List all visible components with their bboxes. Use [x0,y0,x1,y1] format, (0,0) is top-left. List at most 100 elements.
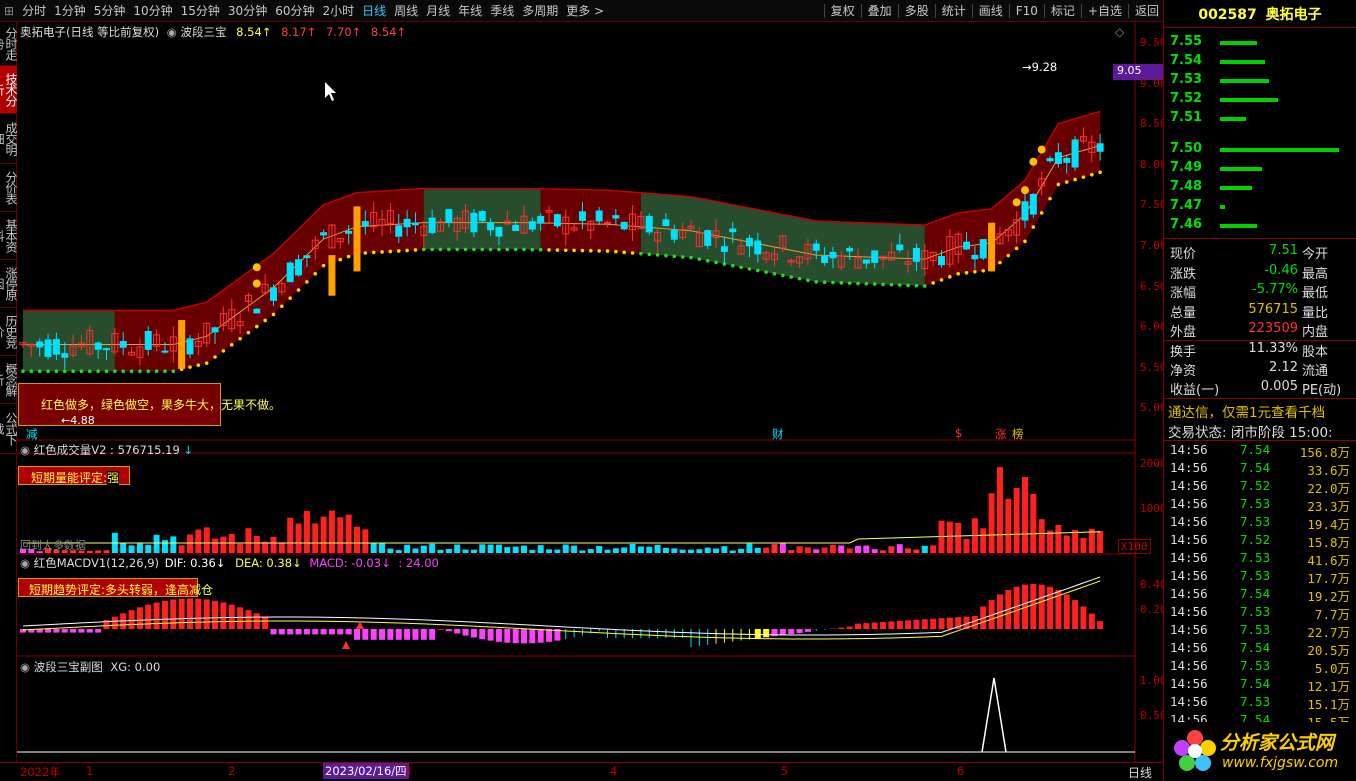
signal-ball [1021,186,1029,195]
stat-row: 收益(一) 0.005 PE(动) [1168,379,1354,398]
volume-bar [312,523,319,553]
volume-bar [988,493,995,553]
period-tab-14[interactable]: 更多 > [562,2,608,19]
menu-separator [934,3,936,18]
volume-unit: X100 [1118,539,1151,554]
toolbar-button-4[interactable]: 画线 [975,2,1007,19]
macd-bar [1080,606,1087,629]
toolbar-button-1[interactable]: 叠加 [864,2,896,19]
support-dot [280,304,284,309]
event-label-finance[interactable]: 财 [772,426,784,442]
toolbar-button-7[interactable]: +自选 [1084,2,1126,19]
left-tab-7[interactable]: 概念解析 [0,356,18,404]
period-label[interactable]: 日线 [1128,764,1152,781]
ask-row[interactable]: 7.53 [1168,72,1354,91]
macd-bar [690,629,692,647]
ask-row[interactable]: 7.52 [1168,91,1354,110]
period-tab-4[interactable]: 15分钟 [177,2,224,19]
indicator-toggle-icon[interactable]: ◉ [167,25,177,39]
left-tab-0[interactable]: 分时走势 [0,22,18,66]
bid-row[interactable]: 7.50 [1168,141,1354,160]
candle-body [478,210,486,222]
period-tab-2[interactable]: 5分钟 [90,2,130,19]
bid-row[interactable]: 7.49 [1168,160,1354,179]
mouse-cursor-icon [325,82,336,101]
volume-bar [387,548,394,553]
bid-row[interactable]: 7.47 [1168,198,1354,217]
macd-bar [404,629,411,640]
ask-row[interactable]: 7.55 [1168,34,1354,53]
event-label-dollar[interactable]: $ [955,426,962,440]
period-tab-0[interactable]: 分时 [18,2,50,19]
logo-url: www.fxjgsw.com [1222,755,1339,771]
left-tab-1[interactable]: 技术分析 [0,66,18,114]
tick-row: 14:56 7.53 7.7万 [1168,604,1354,622]
left-tab-2[interactable]: 成交明细 [0,114,18,164]
indicator-toggle-icon[interactable]: ◉ [20,443,30,457]
event-label-limit-up[interactable]: 涨 [995,426,1007,442]
bid-row[interactable]: 7.48 [1168,179,1354,198]
volume-bar [562,544,569,553]
support-dot [154,369,159,374]
left-tab-3[interactable]: 分价表 [0,164,18,212]
period-tab-3[interactable]: 10分钟 [129,2,176,19]
toolbar-button-5[interactable]: F10 [1012,4,1042,18]
chart-corner-icon: ◇ [1115,25,1125,39]
left-tab-6[interactable]: 历史竞价 [0,308,18,356]
candle-body [403,218,411,228]
support-dot [605,249,610,253]
support-dot [789,275,793,279]
period-tab-6[interactable]: 60分钟 [271,2,318,19]
volume-bar [996,467,1003,553]
toolbar-button-2[interactable]: 多股 [901,2,933,19]
toolbar-button-8[interactable]: 返回 [1131,2,1163,19]
indicator-toggle-icon[interactable]: ◉ [20,556,30,570]
volume-value: : 576715.19 [110,443,180,457]
macd-eval-value: 多头转弱，逢高减仓 [105,583,214,597]
event-label-reduce[interactable]: 减 [26,426,38,442]
period-tab-1[interactable]: 1分钟 [50,2,90,19]
left-tab-4[interactable]: 基本资料 [0,212,18,260]
signal-ball [252,279,261,288]
tick-price: 7.53 [1240,694,1271,709]
event-label-rank[interactable]: 榜 [1012,426,1024,442]
indicator-toggle-icon[interactable]: ◉ [20,660,30,674]
period-tab-13[interactable]: 多周期 [518,2,562,19]
period-tab-8[interactable]: 日线 [358,2,390,19]
candle-body [720,246,728,252]
stat-label-2: 量比 [1302,305,1329,321]
period-tab-10[interactable]: 月线 [422,2,454,19]
toolbar-button-0[interactable]: 复权 [827,2,859,19]
left-tab-5[interactable]: 涨停原因 [0,260,18,308]
period-tab-9[interactable]: 周线 [390,2,422,19]
bid-row[interactable]: 7.46 [1168,217,1354,236]
volume-bar [587,549,594,553]
left-tab-8[interactable]: 公式下载 [0,404,18,454]
volume-bar [437,549,444,553]
support-dot [238,336,242,341]
macd-dif: DIF: 0.36↓ [164,556,226,570]
toolbar-button-6[interactable]: 标记 [1047,2,1079,19]
period-tab-7[interactable]: 2小时 [318,2,358,19]
period-tab-12[interactable]: 季线 [486,2,518,19]
trend-band [924,111,1101,286]
ad-link[interactable]: 通达信，仅需1元查看千档 [1168,401,1354,421]
macd-bar [1038,584,1045,629]
support-dot [388,249,393,254]
macd-bar [537,629,544,643]
logo-text: 分析家公式网 [1220,732,1335,754]
grid-icon[interactable]: ⊞ [0,4,18,18]
ask-row[interactable]: 7.54 [1168,53,1354,72]
volume-panel-header: ◉ 红色成交量V2 : 576715.19 ↓ [20,442,193,458]
quote-panel: 002587 奥拓电子 7.55 7.54 7.53 7.52 7.51 7.50 7.49… [1163,0,1356,781]
stat-value: 576715 [1248,301,1298,317]
period-tab-11[interactable]: 年线 [454,2,486,19]
macd-bar [648,629,650,638]
candle-body [704,230,712,246]
toolbar-button-3[interactable]: 统计 [938,2,970,19]
period-tab-5[interactable]: 30分钟 [224,2,271,19]
tick-price: 7.54 [1240,460,1271,475]
support-dot [1014,246,1019,251]
ask-row[interactable]: 7.51 [1168,110,1354,129]
ask-price: 7.55 [1170,34,1203,49]
